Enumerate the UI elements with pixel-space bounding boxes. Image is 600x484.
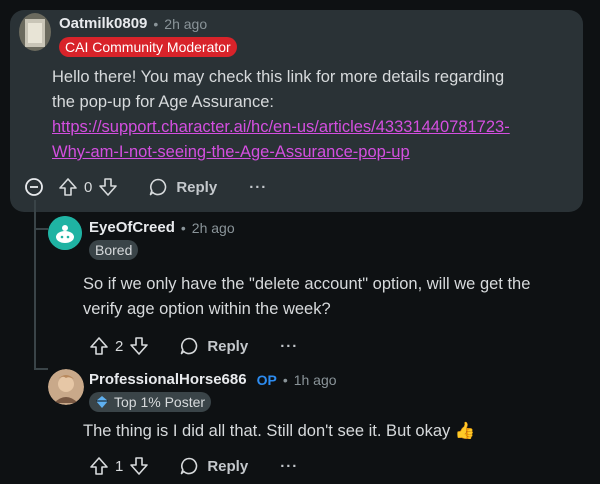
reply-button[interactable]: Reply — [179, 456, 248, 476]
reply-label: Reply — [176, 178, 218, 196]
comment-actions: 2 Reply ··· — [89, 336, 298, 356]
separator-dot: • — [180, 219, 186, 236]
moderator-flair: CAI Community Moderator — [59, 37, 237, 57]
separator-dot: • — [153, 15, 159, 32]
thread-line — [34, 200, 36, 370]
timestamp: 2h ago — [164, 15, 208, 32]
comment-body: So if we only have the "delete account" … — [83, 272, 530, 322]
speech-bubble-icon — [181, 337, 198, 355]
upvote-arrow-icon[interactable] — [89, 456, 109, 476]
vote-count: 0 — [84, 178, 93, 196]
comment-body: Hello there! You may check this link for… — [52, 65, 510, 165]
comment-text-line: The thing is I did all that. Still don't… — [83, 422, 476, 440]
diamond-badge-icon — [96, 396, 108, 408]
reply-label: Reply — [207, 337, 249, 355]
more-options-button[interactable]: ··· — [249, 179, 267, 196]
user-flair: Bored — [89, 240, 139, 260]
comment-text-line: Hello there! You may check this link for… — [52, 68, 505, 86]
support-link-continued[interactable]: Why-am-I-not-seeing-the-Age-Assurance-po… — [52, 143, 410, 161]
reply-button[interactable]: Reply — [179, 336, 248, 356]
speech-bubble-icon — [181, 457, 198, 475]
username[interactable]: Oatmilk0809 — [59, 15, 147, 32]
username[interactable]: ProfessionalHorse686 — [89, 371, 247, 388]
downvote-arrow-icon[interactable] — [129, 336, 149, 356]
avatar[interactable] — [19, 13, 51, 51]
support-link[interactable]: https://support.character.ai/hc/en-us/ar… — [52, 118, 510, 136]
collapse-minus-icon[interactable] — [24, 177, 44, 197]
reply-button[interactable]: Reply — [148, 177, 217, 197]
flair-label: Top 1% Poster — [114, 394, 206, 410]
comment-actions: 1 Reply ··· — [89, 456, 298, 476]
comment-text-line: the pop-up for Age Assurance: — [52, 93, 274, 111]
user-flair: Top 1% Poster — [89, 392, 212, 412]
vote-count: 1 — [115, 457, 124, 475]
speech-bubble-icon — [150, 178, 167, 196]
separator-dot: • — [282, 371, 288, 388]
vote-count: 2 — [115, 337, 124, 355]
upvote-arrow-icon[interactable] — [58, 177, 78, 197]
avatar[interactable] — [48, 369, 84, 405]
comment-text-line: So if we only have the "delete account" … — [83, 275, 531, 293]
timestamp: 2h ago — [191, 219, 235, 236]
username[interactable]: EyeOfCreed — [89, 219, 175, 236]
comment-body: The thing is I did all that. Still don't… — [83, 419, 475, 444]
comment-text-line: verify age option within the week? — [83, 300, 331, 318]
comment-actions: 0 Reply ··· — [24, 177, 267, 197]
more-options-button[interactable]: ··· — [280, 458, 298, 475]
downvote-arrow-icon[interactable] — [129, 456, 149, 476]
avatar[interactable] — [48, 216, 82, 250]
op-badge: OP — [256, 371, 277, 388]
upvote-arrow-icon[interactable] — [89, 336, 109, 356]
reply-label: Reply — [207, 457, 249, 475]
downvote-arrow-icon[interactable] — [98, 177, 118, 197]
timestamp: 1h ago — [293, 371, 337, 388]
more-options-button[interactable]: ··· — [280, 338, 298, 355]
thread-connector — [34, 368, 48, 370]
thread-connector — [34, 228, 48, 230]
